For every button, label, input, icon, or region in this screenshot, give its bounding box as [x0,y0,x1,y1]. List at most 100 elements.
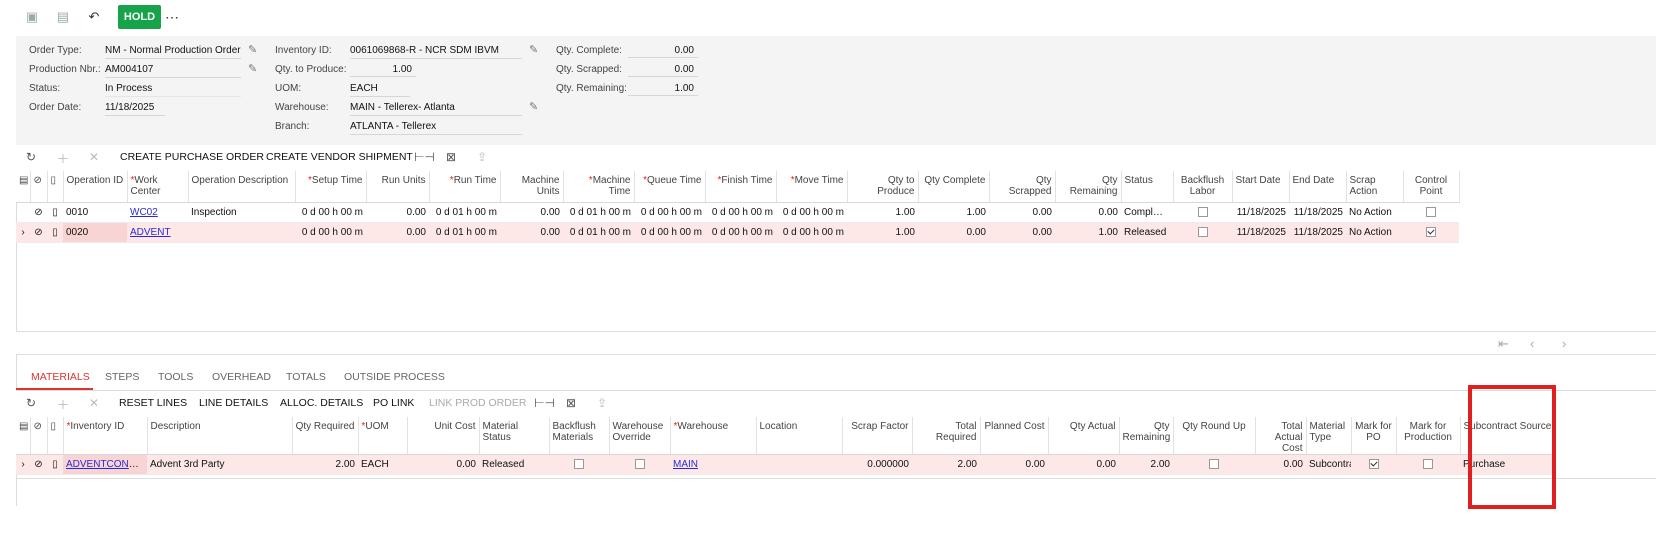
cell-move-time[interactable]: 0 d 00 h 00 m [776,222,847,243]
cell-queue-time[interactable]: 0 d 00 h 00 m [634,202,705,223]
col-total-actual-cost[interactable]: Total Actual Cost [1255,417,1307,455]
col-total-required[interactable]: Total Required [912,417,981,455]
checkbox[interactable] [1426,206,1436,217]
production-nbr-field[interactable]: AM004107 [105,63,241,78]
cell-material-status[interactable]: Released [479,454,549,475]
checkbox-checked[interactable] [1368,459,1379,470]
cell-status[interactable]: Released [1121,222,1173,243]
tab-outside-process[interactable]: OUTSIDE PROCESS [344,371,445,383]
edit-pencil-icon[interactable]: ✎ [248,43,257,56]
work-center-link[interactable]: ADVENT [130,227,171,238]
attachment-icon[interactable]: ⊘ [30,222,47,243]
cell-qty-actual[interactable]: 0.00 [1048,454,1119,475]
column-settings-icon[interactable]: ▤ [16,171,31,203]
cell-warehouse-override[interactable] [609,454,670,475]
col-qty-round-up[interactable]: Qty Round Up [1173,417,1256,455]
cell-end-date[interactable]: 11/18/2025 [1289,202,1346,223]
export-excel-icon[interactable]: ⊠ [446,150,456,164]
col-finish-time[interactable]: *Finish Time [705,171,777,203]
col-warehouse[interactable]: *Warehouse [670,417,757,455]
col-control-point[interactable]: Control Point [1403,171,1460,203]
cell-run-units[interactable]: 0.00 [366,202,429,223]
note-icon[interactable]: ▯ [47,222,63,243]
cell-qty-remaining[interactable]: 2.00 [1119,454,1173,475]
tab-overhead[interactable]: OVERHEAD [212,371,271,383]
col-backflush-labor[interactable]: Backflush Labor [1173,171,1233,203]
col-qty-required[interactable]: Qty Required [292,417,359,455]
create-vendor-shipment-button[interactable]: CREATE VENDOR SHIPMENT [266,151,413,163]
cell-finish-time[interactable]: 0 d 00 h 00 m [705,222,776,243]
cell-control-point[interactable] [1403,222,1459,243]
cell-uom[interactable]: EACH [358,454,407,475]
row-expand-chevron-icon[interactable]: › [16,222,30,243]
reset-lines-button[interactable]: RESET LINES [119,397,187,409]
note-icon[interactable]: ▯ [47,202,63,223]
col-run-time[interactable]: *Run Time [429,171,501,203]
tab-materials[interactable]: MATERIALS [31,371,90,383]
cell-qty-required[interactable]: 2.00 [292,454,358,475]
col-qty-scrapped[interactable]: Qty Scrapped [989,171,1056,203]
cell-operation-id[interactable]: 0020 [63,222,127,243]
cell-total-required[interactable]: 2.00 [912,454,980,475]
first-page-icon[interactable]: ⇤ [1498,336,1509,352]
checkbox[interactable] [634,459,645,470]
cell-location[interactable] [756,454,842,475]
hold-button[interactable]: HOLD [118,5,161,29]
cell-qty-scrapped[interactable]: 0.00 [989,222,1055,243]
uom-field[interactable]: EACH [350,82,410,97]
inventory-id-field[interactable]: 0061069868-R - NCR SDM IBVM [350,44,522,59]
col-inventory-id[interactable]: *Inventory ID [63,417,148,455]
cell-work-center[interactable]: ADVENT [127,222,188,243]
fit-columns-icon[interactable]: ⊢⊣ [534,396,555,410]
col-qty-actual[interactable]: Qty Actual [1048,417,1120,455]
cell-qty-remaining[interactable]: 1.00 [1055,222,1121,243]
work-center-link[interactable]: WC02 [130,207,158,218]
cell-unit-cost[interactable]: 0.00 [407,454,479,475]
edit-pencil-icon[interactable]: ✎ [529,100,538,113]
cell-qty-to-produce[interactable]: 1.00 [847,202,918,223]
cell-scrap-factor[interactable]: 0.000000 [842,454,912,475]
table-row[interactable]: › ⊘ ▯ 0020 ADVENT 0 d 00 h 00 m 0.00 0 d… [16,222,1459,243]
undo-icon[interactable]: ↶ [86,9,102,25]
alloc-details-button[interactable]: ALLOC. DETAILS [280,397,363,409]
row-expand-chevron-icon[interactable]: › [16,454,30,475]
cell-warehouse[interactable]: MAIN [670,454,756,475]
cell-qty-round-up[interactable] [1173,454,1255,475]
add-row-icon[interactable]: ＋ [57,150,69,167]
cell-backflush-labor[interactable] [1173,222,1232,243]
cell-operation-description[interactable] [188,222,295,243]
order-type-field[interactable]: NM - Normal Production Order [105,44,241,59]
col-backflush-materials[interactable]: Backflush Materials [549,417,610,455]
po-link-button[interactable]: PO LINK [373,397,414,409]
add-row-icon[interactable]: ＋ [57,396,69,413]
col-status[interactable]: Status [1121,171,1174,203]
cell-operation-id[interactable]: 0010 [63,202,127,223]
attachment-icon[interactable]: ⊘ [30,202,47,223]
tab-steps[interactable]: STEPS [105,371,139,383]
cell-setup-time[interactable]: 0 d 00 h 00 m [295,222,366,243]
checkbox-checked[interactable] [1426,226,1436,237]
cell-machine-units[interactable]: 0.00 [500,202,563,223]
col-queue-time[interactable]: *Queue Time [634,171,706,203]
checkbox[interactable] [1197,206,1208,217]
cell-finish-time[interactable]: 0 d 00 h 00 m [705,202,776,223]
warehouse-link[interactable]: MAIN [673,459,698,470]
qty-to-produce-field[interactable]: 1.00 [350,63,416,77]
col-uom[interactable]: *UOM [358,417,408,455]
edit-pencil-icon[interactable]: ✎ [248,62,257,75]
more-actions-icon[interactable]: ⋯ [164,9,180,25]
cell-run-time[interactable]: 0 d 01 h 00 m [429,222,500,243]
cell-backflush-materials[interactable] [549,454,609,475]
col-start-date[interactable]: Start Date [1232,171,1290,203]
col-scrap-action[interactable]: Scrap Action [1346,171,1404,203]
cell-mark-for-po[interactable] [1351,454,1396,475]
cell-description[interactable]: Advent 3rd Party [147,454,292,475]
cell-control-point[interactable] [1403,202,1459,223]
cell-scrap-action[interactable]: No Action [1346,222,1403,243]
col-scrap-factor[interactable]: Scrap Factor [842,417,913,455]
table-row[interactable]: ⊘ ▯ 0010 WC02 Inspection 0 d 00 h 00 m 0… [16,202,1459,223]
cell-inventory-id[interactable]: ADVENTCONT… [63,454,147,475]
col-location[interactable]: Location [756,417,843,455]
cell-start-date[interactable]: 11/18/2025 [1232,202,1289,223]
cell-qty-scrapped[interactable]: 0.00 [989,202,1055,223]
